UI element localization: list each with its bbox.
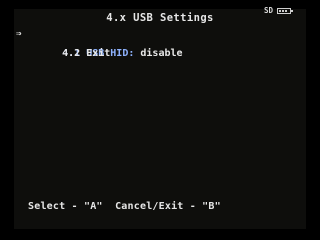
selection-cursor-icon: ⇒ xyxy=(16,29,22,39)
menu-item-exit[interactable]: 4.2 Exit xyxy=(20,39,183,59)
menu-item-value: disable xyxy=(134,48,183,59)
status-area: SD xyxy=(264,6,294,15)
device-screen: 4.x USB Settings SD ⇒ 4.1 USB HID: disab… xyxy=(0,0,320,240)
menu-item-label: 4.2 Exit xyxy=(62,48,111,59)
battery-icon xyxy=(277,8,294,14)
control-hints: Select - "A" Cancel/Exit - "B" xyxy=(28,201,221,212)
battery-level xyxy=(279,10,289,12)
sd-card-indicator: SD xyxy=(264,6,274,15)
menu-item-usb-hid[interactable]: ⇒ 4.1 USB HID: disable xyxy=(16,29,183,59)
settings-menu: ⇒ 4.1 USB HID: disable 4.2 Exit xyxy=(16,29,183,59)
